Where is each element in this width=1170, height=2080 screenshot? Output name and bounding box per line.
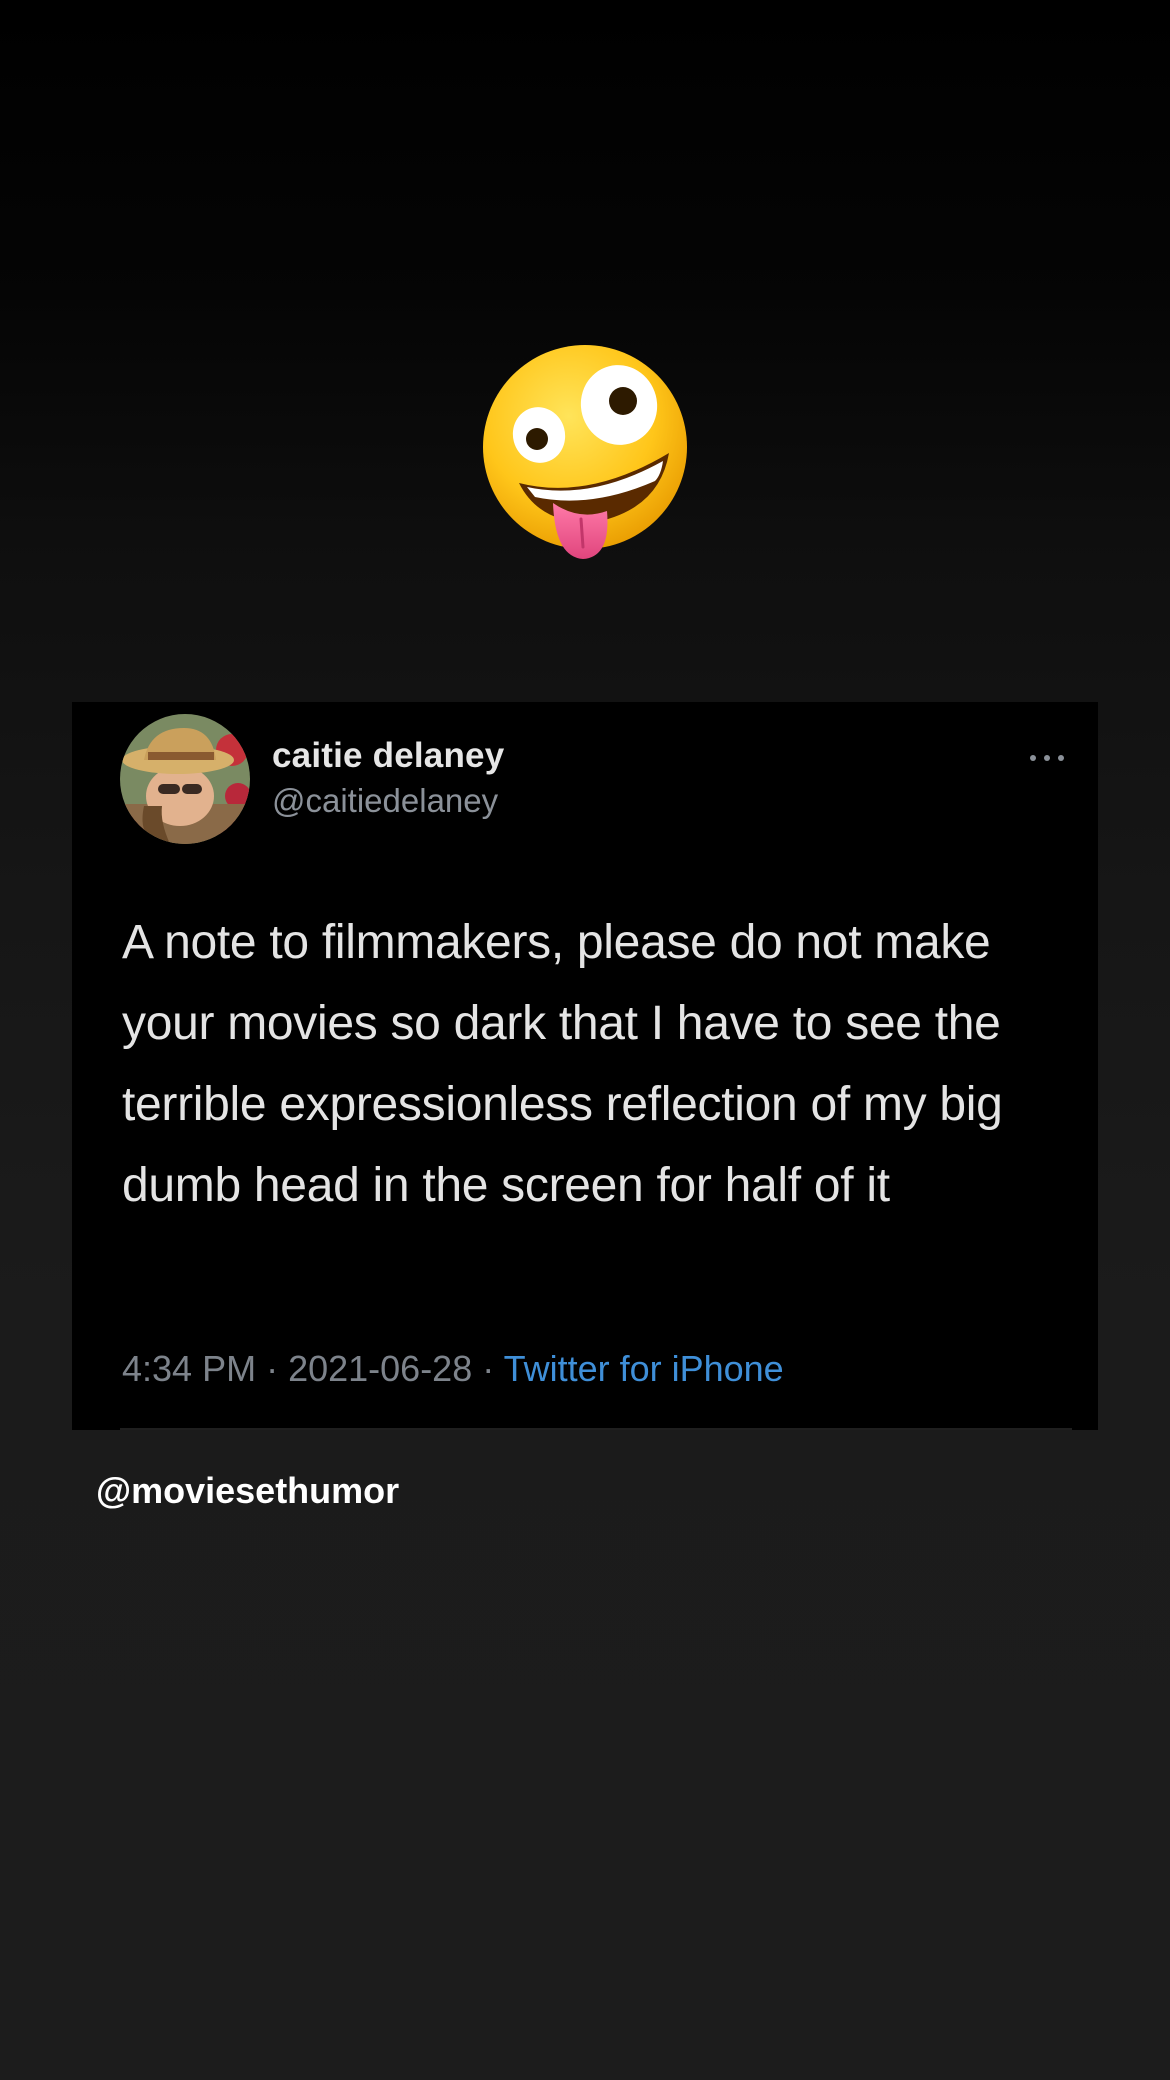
more-options-icon[interactable]: [1026, 752, 1068, 764]
divider: [120, 1428, 1072, 1430]
user-handle[interactable]: @caitiedelaney: [272, 782, 498, 820]
tweet-metadata: 4:34 PM · 2021-06-28 · Twitter for iPhon…: [122, 1348, 784, 1390]
zany-face-icon: [479, 343, 691, 563]
profile-avatar[interactable]: [120, 714, 250, 844]
tweet-source-link[interactable]: Twitter for iPhone: [504, 1348, 784, 1389]
display-name[interactable]: caitie delaney: [272, 736, 504, 776]
tweet-date: 2021-06-28: [288, 1348, 473, 1389]
meta-separator: ·: [256, 1348, 289, 1389]
meta-separator: ·: [472, 1348, 504, 1389]
tweet-text: A note to filmmakers, please do not make…: [122, 916, 1003, 1212]
tweet-time: 4:34 PM: [122, 1348, 257, 1389]
tweet-card: caitie delaney @caitiedelaney A note to …: [72, 702, 1098, 1430]
account-credit[interactable]: @moviesethumor: [96, 1470, 399, 1512]
